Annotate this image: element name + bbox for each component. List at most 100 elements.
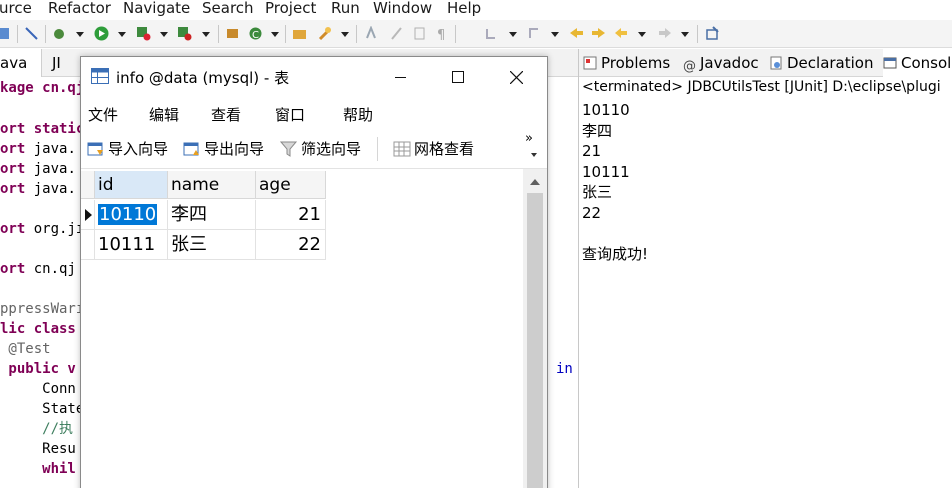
close-button[interactable]: [487, 57, 545, 97]
toolbar-overflow-dropdown-icon[interactable]: [531, 153, 537, 157]
menu-edit[interactable]: 编辑: [149, 104, 179, 125]
back-icon[interactable]: [614, 26, 629, 41]
new-java-class-icon[interactable]: C: [248, 26, 263, 41]
grid-view-button[interactable]: 网格查看: [393, 139, 474, 159]
search-dropdown-icon[interactable]: [341, 32, 349, 37]
menu-window[interactable]: Window: [373, 0, 432, 17]
debug-icon[interactable]: [52, 26, 67, 41]
scroll-up-arrow-icon[interactable]: [530, 179, 540, 185]
console-status-line: <terminated> JDBCUtilsTest [JUnit] D:\ec…: [582, 79, 941, 95]
external-tools-icon[interactable]: [177, 26, 192, 41]
save-icon[interactable]: [0, 26, 11, 41]
previous-annotation-icon[interactable]: [527, 26, 542, 41]
menu-navigate[interactable]: Navigate: [123, 0, 190, 17]
import-wizard-button[interactable]: 导入向导: [87, 139, 168, 159]
window-toolbar: 导入向导 导出向导 筛选向导 网格查看 »: [81, 129, 547, 169]
menu-run[interactable]: Run: [331, 0, 360, 17]
toolbar-separator: [45, 25, 46, 43]
toggle-mark-occurrences-icon[interactable]: [364, 26, 379, 41]
forward-icon[interactable]: [657, 26, 672, 41]
scrollbar-thumb[interactable]: [527, 193, 543, 488]
debug-dropdown-icon[interactable]: [76, 32, 84, 37]
previous-annotation-dropdown-icon[interactable]: [551, 32, 559, 37]
tab-label: Declaration: [787, 54, 874, 72]
code-line: Conn: [0, 379, 76, 399]
code-line: ort java.: [0, 159, 76, 179]
menu-source[interactable]: urce: [0, 0, 32, 17]
last-edit-location-icon[interactable]: [569, 26, 584, 41]
forward-dropdown-icon[interactable]: [681, 32, 689, 37]
filter-icon: [280, 141, 298, 157]
menu-help[interactable]: 帮助: [343, 104, 373, 125]
code-comment: //执: [0, 421, 74, 437]
code-line: public v: [0, 359, 75, 379]
maximize-button[interactable]: [429, 57, 487, 97]
next-annotation-icon[interactable]: [484, 26, 499, 41]
code-text: java.: [25, 181, 76, 197]
grid-view-icon: [393, 141, 411, 157]
minimize-button[interactable]: [371, 57, 429, 97]
export-icon: [183, 142, 199, 156]
word-wrap-icon[interactable]: [412, 26, 427, 41]
import-icon: [87, 142, 103, 156]
next-annotation-dropdown-icon[interactable]: [509, 32, 517, 37]
open-type-icon[interactable]: [292, 26, 307, 41]
console-output[interactable]: 10110 李四 21 10111 张三 22 查询成功!: [582, 100, 648, 264]
row-selector[interactable]: [81, 230, 95, 260]
table-cell-age[interactable]: 21: [256, 200, 326, 230]
external-tools-dropdown-icon[interactable]: [202, 32, 210, 37]
tab-console[interactable]: Console: [883, 49, 952, 77]
coverage-dropdown-icon[interactable]: [160, 32, 168, 37]
code-text: cn.qj: [25, 261, 76, 277]
toolbar-overflow-button[interactable]: »: [525, 132, 533, 145]
grid-corner: [81, 171, 95, 199]
search-icon[interactable]: [318, 26, 333, 41]
table-cell-id[interactable]: 10110: [95, 200, 168, 230]
row-selector[interactable]: [81, 200, 95, 230]
new-class-dropdown-icon[interactable]: [271, 32, 279, 37]
menu-file[interactable]: 文件: [88, 104, 118, 125]
menu-window[interactable]: 窗口: [275, 104, 305, 125]
table-cell-id[interactable]: 10111: [95, 230, 168, 260]
table-cell-name[interactable]: 李四: [168, 200, 256, 230]
run-icon[interactable]: [94, 26, 109, 41]
tab-javadoc[interactable]: @ Javadoc: [683, 49, 759, 77]
tab-declaration[interactable]: Declaration: [769, 49, 873, 77]
table-cell-age[interactable]: 22: [256, 230, 326, 260]
skip-breakpoints-icon[interactable]: [24, 26, 39, 41]
code-keyword: ort: [0, 141, 26, 157]
new-java-package-icon[interactable]: [225, 26, 240, 41]
code-line: State: [0, 399, 84, 419]
window-title-bar[interactable]: info @data (mysql) - 表: [81, 57, 547, 97]
column-header-name[interactable]: name: [168, 171, 256, 199]
menu-help[interactable]: Help: [447, 0, 481, 17]
console-line: 22: [582, 203, 602, 222]
editor-tab-active[interactable]: ava: [0, 49, 42, 77]
toggle-block-selection-icon[interactable]: [389, 26, 404, 41]
tab-problems[interactable]: Problems: [583, 49, 670, 77]
forward-edit-icon[interactable]: [591, 26, 606, 41]
export-wizard-button[interactable]: 导出向导: [183, 139, 264, 159]
console-line: 10110: [582, 101, 630, 119]
menu-search[interactable]: Search: [202, 0, 254, 17]
svg-text:¶: ¶: [437, 28, 445, 41]
filter-wizard-button[interactable]: 筛选向导: [280, 139, 361, 159]
code-line: lic class: [0, 319, 76, 339]
menu-refactor[interactable]: Refactor: [48, 0, 111, 17]
show-whitespace-icon[interactable]: ¶: [434, 26, 449, 41]
data-grid[interactable]: id name age 10110 李四 21 10111 张三 22: [81, 169, 523, 488]
run-dropdown-icon[interactable]: [118, 32, 126, 37]
coverage-icon[interactable]: [136, 26, 151, 41]
pin-editor-icon[interactable]: [705, 26, 720, 41]
column-header-age[interactable]: age: [256, 171, 326, 199]
menu-project[interactable]: Project: [265, 0, 316, 17]
code-annotation: @Test: [0, 341, 51, 357]
menu-view[interactable]: 查看: [211, 104, 241, 125]
svg-text:C: C: [252, 30, 259, 41]
column-header-id[interactable]: id: [95, 171, 168, 199]
code-line: ort cn.qj: [0, 259, 76, 279]
table-cell-name[interactable]: 张三: [168, 230, 256, 260]
back-dropdown-icon[interactable]: [638, 32, 646, 37]
vertical-scrollbar[interactable]: [523, 169, 547, 488]
